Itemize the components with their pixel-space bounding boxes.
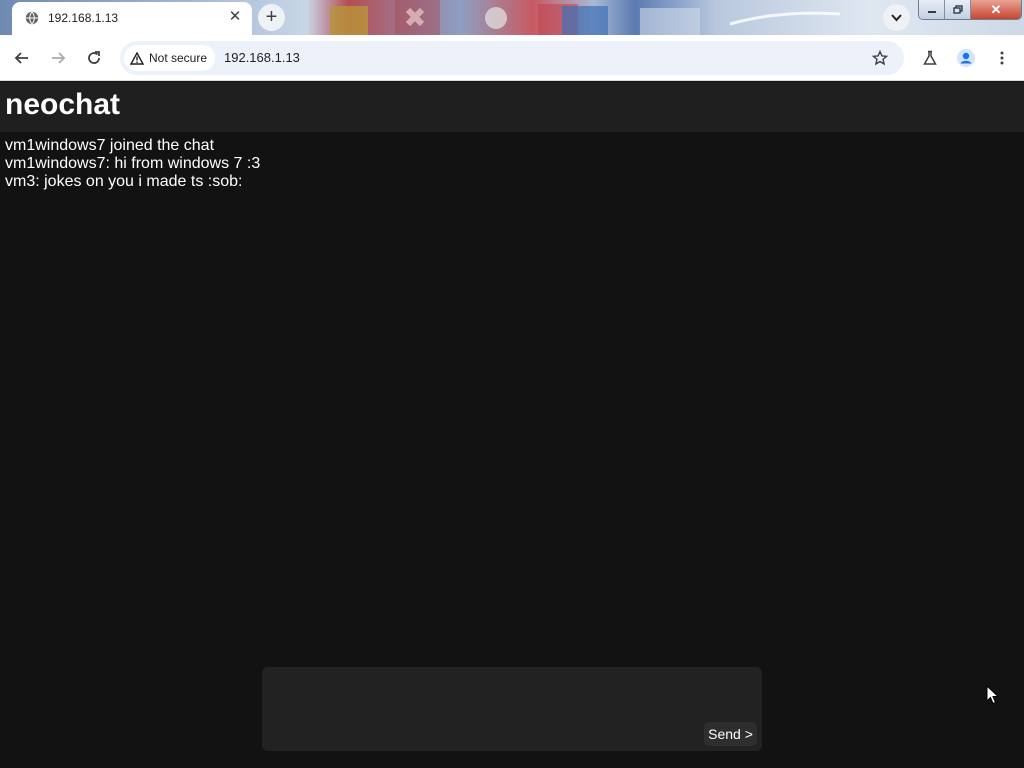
chat-message: vm3: jokes on you i made ts :sob: (5, 173, 243, 190)
profile-button[interactable] (954, 46, 978, 70)
minimize-icon (927, 10, 936, 13)
app-title: neochat (5, 88, 121, 121)
chevron-down-icon (891, 14, 902, 22)
chat-message: vm1windows7 joined the chat (5, 137, 215, 154)
wallpaper-decoration (330, 0, 841, 35)
bookmark-button[interactable] (870, 48, 890, 68)
mouse-cursor-icon (986, 685, 1000, 705)
labs-icon (923, 50, 937, 65)
app-header: neochat (0, 82, 1024, 132)
send-button[interactable]: Send > (704, 722, 757, 746)
security-indicator[interactable]: Not secure (124, 45, 216, 71)
menu-icon (1000, 51, 1004, 65)
forward-icon (52, 52, 66, 64)
url-text[interactable]: 192.168.1.13 (224, 50, 300, 65)
warning-icon (130, 51, 144, 65)
reload-button[interactable] (82, 46, 106, 70)
message-input[interactable] (262, 667, 762, 751)
reload-icon (88, 51, 100, 64)
tab-close-icon[interactable]: ✕ (227, 9, 243, 25)
chat-message: vm1windows7: hi from windows 7 :3 (5, 155, 261, 172)
minimize-button[interactable] (919, 0, 945, 19)
close-window-button[interactable]: ✕ (971, 0, 1021, 19)
forward-button[interactable] (46, 46, 70, 70)
message-list: vm1windows7 joined the chat vm1windows7:… (5, 137, 260, 191)
labs-button[interactable] (918, 46, 942, 70)
maximize-button[interactable] (945, 0, 971, 19)
message-composer (262, 667, 762, 751)
browser-tab-active[interactable]: 192.168.1.13 ✕ (12, 2, 252, 35)
address-bar[interactable]: Not secure 192.168.1.13 (120, 41, 904, 75)
globe-icon (25, 11, 39, 25)
new-tab-button[interactable]: + (258, 4, 285, 31)
back-button[interactable] (10, 46, 34, 70)
restore-icon (952, 4, 963, 14)
profile-icon (957, 49, 975, 67)
window-controls: ✕ (918, 0, 1022, 20)
browser-titlebar: 192.168.1.13 ✕ + ✕ (0, 0, 1024, 35)
star-icon (872, 50, 888, 66)
tab-search-button[interactable] (883, 4, 910, 31)
browser-menu-button[interactable] (990, 46, 1014, 70)
back-icon (14, 52, 28, 64)
browser-toolbar: Not secure 192.168.1.13 (0, 35, 1024, 81)
chat-page: neochat vm1windows7 joined the chat vm1w… (0, 82, 1024, 768)
tab-title: 192.168.1.13 (48, 11, 119, 25)
security-label: Not secure (149, 51, 208, 65)
